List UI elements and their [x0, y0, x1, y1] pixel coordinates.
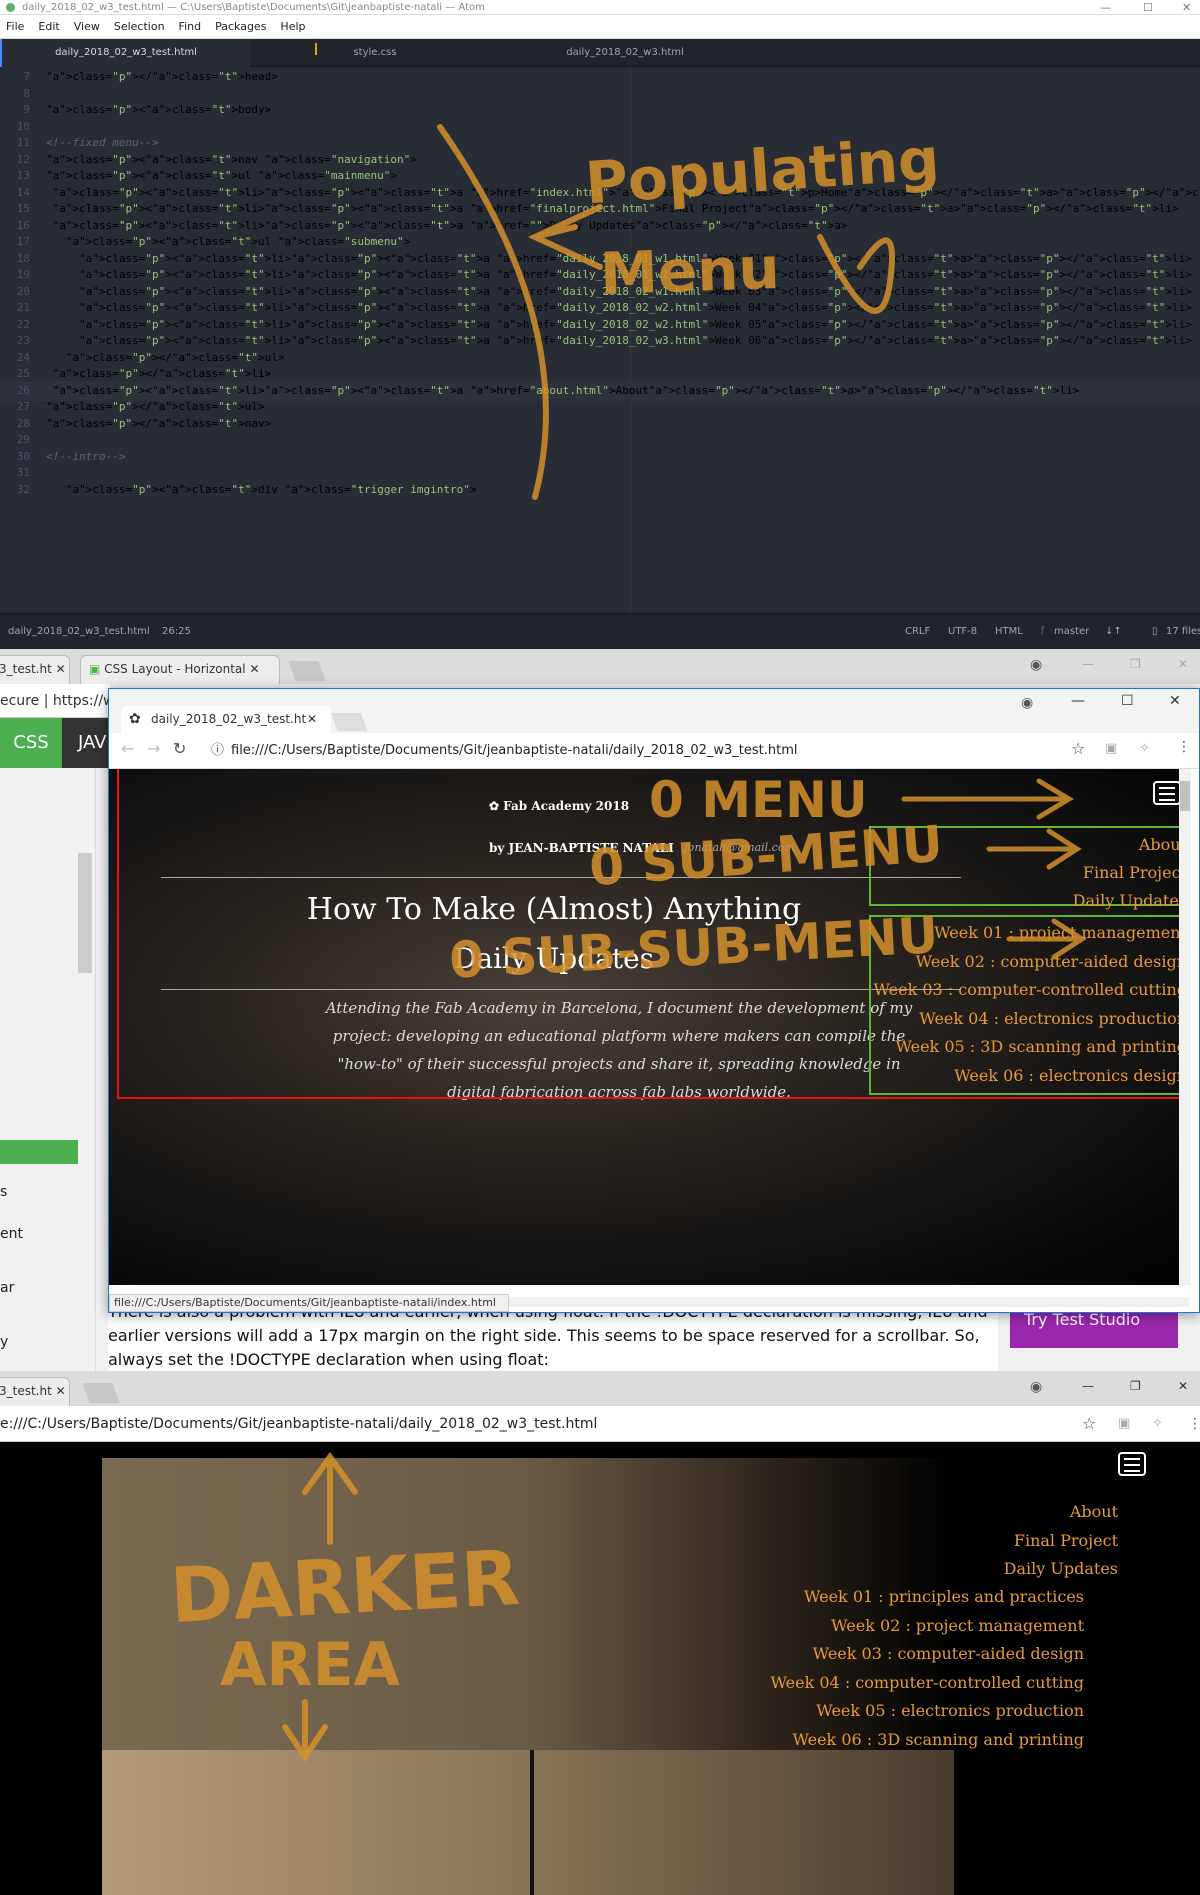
- status-file[interactable]: daily_2018_02_w3_test.html: [8, 614, 150, 650]
- third-close-icon[interactable]: ✕: [1178, 1379, 1188, 1393]
- atom-window-title: daily_2018_02_w3_test.html — C:\Users\Ba…: [22, 2, 485, 13]
- front-tab[interactable]: ✿ daily_2018_02_w3_test.ht ✕: [121, 706, 331, 733]
- sidebar-item-a[interactable]: s: [0, 1184, 7, 1200]
- menu-selection[interactable]: Selection: [114, 20, 165, 33]
- maximize-icon[interactable]: ☐: [1143, 0, 1153, 15]
- status-branch[interactable]: master: [1054, 614, 1089, 650]
- fetch-arrows-icon[interactable]: ↓↑: [1105, 614, 1122, 650]
- extension-icon[interactable]: ✧: [1139, 741, 1150, 756]
- page-scrollbar-thumb[interactable]: [1180, 781, 1190, 811]
- fab-favicon-icon: ✿: [129, 711, 141, 727]
- sidebar-item-b[interactable]: ent: [0, 1226, 23, 1242]
- bg-close-icon[interactable]: ✕: [1178, 657, 1188, 671]
- tab-style-css[interactable]: style.css: [250, 39, 500, 67]
- annotation-menu: Menu: [598, 233, 781, 309]
- bg-restore-icon[interactable]: ❐: [1130, 657, 1141, 671]
- third-minimize-icon[interactable]: —: [1082, 1379, 1094, 1393]
- bookmark-star-icon[interactable]: ☆: [1071, 739, 1085, 758]
- menu-file[interactable]: File: [6, 20, 24, 33]
- third-camera-icon[interactable]: ▣: [1118, 1406, 1130, 1442]
- w3-sidebar[interactable]: s ent ar y: [0, 768, 96, 1371]
- w3-favicon-icon: ▣: [89, 662, 101, 676]
- menu-edit[interactable]: Edit: [38, 20, 59, 33]
- page-viewport: ✿ Fab Academy 2018 by JEAN-BAPTISTE NATA…: [109, 769, 1191, 1285]
- front-profile-icon[interactable]: ◉: [1021, 695, 1033, 711]
- forward-icon[interactable]: →: [147, 739, 160, 758]
- annotation-arrows: [901, 778, 1087, 960]
- sidebar-scrollbar[interactable]: [78, 853, 92, 973]
- new-tab-button[interactable]: [288, 661, 326, 681]
- menu-view[interactable]: View: [74, 20, 100, 33]
- background-tab-bar: 3_test.ht ✕ ▣ CSS Layout - Horizontal ✕ …: [0, 649, 1200, 684]
- atom-app-icon: [6, 3, 15, 12]
- status-files[interactable]: 17 files: [1166, 614, 1200, 650]
- front-new-tab-button[interactable]: [330, 713, 368, 731]
- atom-title-bar: daily_2018_02_w3_test.html — C:\Users\Ba…: [0, 0, 1200, 15]
- third-page-viewport: About Final Project Daily Updates Week 0…: [0, 1442, 1200, 1895]
- tab-daily-test[interactable]: daily_2018_02_w3_test.html: [0, 39, 250, 67]
- bg-tab-test-label: 3_test.ht: [0, 662, 52, 676]
- third-chrome-menu-icon[interactable]: ⋮: [1188, 1406, 1200, 1442]
- profile-icon[interactable]: ◉: [1030, 657, 1042, 673]
- status-cursor-position[interactable]: 26:25: [162, 614, 191, 650]
- front-tab-label: daily_2018_02_w3_test.ht: [151, 712, 307, 726]
- status-grammar[interactable]: HTML: [995, 614, 1023, 650]
- atom-menu-bar: File Edit View Selection Find Packages H…: [0, 15, 1200, 39]
- front-url-text: file:///C:/Users/Baptiste/Documents/Git/…: [231, 743, 798, 758]
- atom-tab-bar: daily_2018_02_w3_test.html style.css dai…: [0, 39, 1200, 67]
- third-tab-label: 3_test.ht: [0, 1384, 52, 1398]
- front-maximize-icon[interactable]: ☐: [1121, 693, 1134, 709]
- chrome-menu-icon[interactable]: ⋮: [1177, 739, 1191, 755]
- atom-status-bar: daily_2018_02_w3_test.html 26:25 CRLF UT…: [0, 613, 1200, 649]
- menu-find[interactable]: Find: [179, 20, 202, 33]
- third-restore-icon[interactable]: ❐: [1130, 1379, 1141, 1393]
- third-address-bar[interactable]: e:///C:/Users/Baptiste/Documents/Git/jea…: [0, 1406, 1200, 1442]
- code-editor[interactable]: 7 "a">class="p"></"a">class="t">head> 8 9 "a…: [0, 67, 1200, 613]
- page-scrollbar[interactable]: [1179, 769, 1191, 1285]
- menu-packages[interactable]: Packages: [215, 20, 266, 33]
- status-line-ending[interactable]: CRLF: [905, 614, 930, 650]
- darker-area-arrows: [282, 1451, 358, 1763]
- front-minimize-icon[interactable]: —: [1071, 693, 1085, 709]
- bg-tab-test[interactable]: 3_test.ht ✕: [0, 655, 70, 684]
- status-encoding[interactable]: UTF-8: [948, 614, 977, 650]
- git-branch-icon: ᚴ: [1040, 626, 1046, 637]
- horizontal-scrollbar[interactable]: [509, 1297, 1189, 1307]
- front-toolbar: ← → ↻ ⓘ file:///C:/Users/Baptiste/Docume…: [109, 733, 1199, 769]
- front-address-bar[interactable]: ⓘ file:///C:/Users/Baptiste/Documents/Gi…: [209, 738, 1159, 764]
- menu-help[interactable]: Help: [280, 20, 305, 33]
- front-close-icon[interactable]: ✕: [1169, 693, 1181, 709]
- back-icon[interactable]: ←: [121, 739, 134, 758]
- info-icon[interactable]: ⓘ: [211, 738, 224, 764]
- sidebar-active-item[interactable]: [0, 1140, 78, 1164]
- third-tab-bar: 3_test.ht ✕ ◉ — ❐ ✕: [0, 1371, 1200, 1406]
- sidebar-item-d[interactable]: y: [0, 1334, 8, 1350]
- bg-minimize-icon[interactable]: —: [1082, 657, 1094, 671]
- sidebar-item-c[interactable]: ar: [0, 1280, 14, 1296]
- third-new-tab-button[interactable]: [82, 1383, 120, 1403]
- third-star-icon[interactable]: ☆: [1082, 1406, 1096, 1442]
- third-extension-icon[interactable]: ✧: [1152, 1406, 1163, 1442]
- w3-nav-css[interactable]: CSS: [0, 718, 62, 768]
- minimize-icon[interactable]: —: [1100, 0, 1111, 15]
- bg-tab-w3[interactable]: ▣ CSS Layout - Horizontal ✕: [80, 655, 280, 684]
- reload-icon[interactable]: ↻: [173, 739, 186, 758]
- front-tab-bar: ✿ daily_2018_02_w3_test.ht ✕ ◉ — ☐ ✕: [109, 689, 1199, 733]
- bg-address-bar[interactable]: ecure | https://w: [0, 684, 110, 718]
- tab-daily-w3[interactable]: daily_2018_02_w3.html: [500, 39, 750, 67]
- extension-camera-icon[interactable]: ▣: [1105, 741, 1117, 756]
- file-icon: ▯: [1152, 626, 1158, 637]
- front-browser: ✿ daily_2018_02_w3_test.ht ✕ ◉ — ☐ ✕ ← →…: [108, 688, 1200, 1313]
- link-status-bubble: file:///C:/Users/Baptiste/Documents/Git/…: [109, 1294, 509, 1312]
- close-icon[interactable]: ✕: [1182, 0, 1191, 15]
- front-tab-close-icon[interactable]: ✕: [307, 706, 317, 733]
- bg-tab-w3-label: CSS Layout - Horizontal: [104, 662, 246, 676]
- third-url-text: e:///C:/Users/Baptiste/Documents/Git/jea…: [0, 1416, 598, 1432]
- third-profile-icon[interactable]: ◉: [1030, 1379, 1042, 1395]
- third-tab[interactable]: 3_test.ht ✕: [0, 1377, 70, 1406]
